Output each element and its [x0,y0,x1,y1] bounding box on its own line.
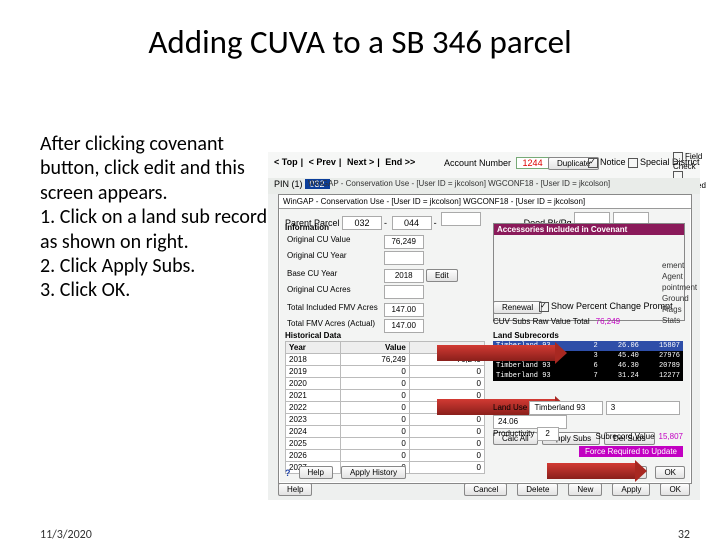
outer-window-buttons: Help Cancel Delete New Apply OK [278,483,690,496]
account-number: Account Number 1244 [444,157,550,169]
arrow-1 [437,345,557,361]
notice-checkbox[interactable]: Notice [588,157,626,168]
arrow-3 [547,463,637,479]
info-block: Information Original CU Value76,249 Orig… [285,223,485,335]
renewal-button[interactable]: Renewal [493,301,542,314]
footer-page: 32 [678,528,690,540]
pin-row: PIN (1)032 WinGAP - Conservation Use - [… [268,178,700,194]
footer-date: 11/3/2020 [40,528,92,540]
help-button2[interactable]: Help [299,466,333,479]
clipped-stubs: ement AgentpointmentGround FlagsStats [662,260,700,326]
slide-body: After clicking covenant button, click ed… [40,132,270,303]
help-icon[interactable]: ? [285,468,291,478]
edit-button[interactable]: Edit [426,269,458,282]
dialog-titlebar: WinGAP - Conservation Use - [User ID = j… [279,195,691,209]
cuv-total: CUV Subs Raw Value Total76,249 [493,317,620,326]
show-prompt-checkbox[interactable]: Show Percent Change Prompt [539,301,673,312]
toolbar: < Top| < Prev| Next >| End >> Account Nu… [268,152,700,179]
slide-title: Adding CUVA to a SB 346 parcel [0,22,720,62]
screenshot: < Top| < Prev| Next >| End >> Account Nu… [268,152,700,500]
land-use-row: Land Use Timberland 93 3 24.06 [493,401,691,429]
nav-buttons[interactable]: < Top| < Prev| Next >| End >> [274,157,418,167]
subrecord-value: Subrecord Value15,807 [596,432,683,441]
force-update[interactable]: Force Required to Update [579,446,683,457]
apply-history-button[interactable]: Apply History [341,466,406,479]
ok-button[interactable]: OK [655,466,685,479]
cuva-dialog: WinGAP - Conservation Use - [User ID = j… [278,194,692,484]
productivity-row: Productivity 2 [493,427,559,441]
